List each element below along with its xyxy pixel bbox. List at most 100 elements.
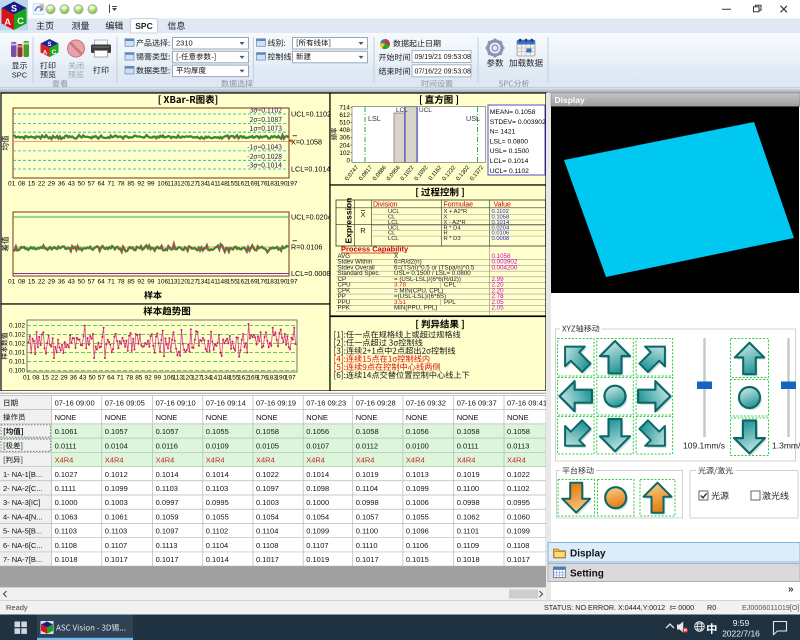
svg-text:99: 99 (147, 181, 155, 188)
svg-text:LSL= 0.0800: LSL= 0.0800 (490, 138, 528, 145)
svg-text:0.1098: 0.1098 (306, 484, 329, 493)
svg-text:0.0995: 0.0995 (206, 498, 229, 507)
svg-text:NONE: NONE (206, 413, 228, 422)
svg-text:0.0111: 0.0111 (55, 441, 77, 450)
svg-text:C: C (17, 16, 24, 27)
svg-text:0.1101: 0.1101 (457, 527, 479, 536)
svg-text:102: 102 (339, 150, 350, 157)
svg-text:0.1018: 0.1018 (55, 555, 78, 564)
svg-text:0.1102: 0.1102 (206, 527, 228, 536)
svg-text:0.1058: 0.1058 (256, 427, 279, 436)
svg-text:0.1100: 0.1100 (356, 527, 378, 536)
svg-text:64: 64 (98, 181, 106, 188)
svg-text:X4R4: X4R4 (306, 456, 325, 465)
svg-text:0.1055: 0.1055 (206, 512, 229, 521)
svg-text:X: X (360, 210, 365, 219)
svg-text:01: 01 (8, 279, 16, 286)
svg-text:CPL: CPL (444, 282, 457, 289)
svg-text:0.0105: 0.0105 (256, 441, 279, 450)
svg-text:71: 71 (108, 279, 116, 286)
svg-text:0.1019: 0.1019 (356, 470, 379, 479)
svg-text:X=0.1058: X=0.1058 (291, 138, 322, 147)
svg-text:NONE: NONE (356, 413, 378, 422)
svg-text:NONE: NONE (156, 413, 178, 422)
svg-text:0.1059: 0.1059 (156, 512, 179, 521)
svg-text:07-16 09:14: 07-16 09:14 (206, 399, 246, 408)
svg-text:0.1061: 0.1061 (55, 427, 78, 436)
svg-text:MIN(PPU, PPL): MIN(PPU, PPL) (394, 304, 437, 311)
svg-text:29: 29 (48, 181, 56, 188)
svg-text:0.1062: 0.1062 (457, 512, 480, 521)
svg-text:0.1057: 0.1057 (356, 512, 379, 521)
svg-text:0.1019: 0.1019 (306, 555, 329, 564)
svg-text:0.102: 0.102 (9, 332, 25, 339)
svg-text:NONE: NONE (306, 413, 328, 422)
svg-text:0.1057: 0.1057 (156, 427, 179, 436)
svg-text:07-16 09:00: 07-16 09:00 (55, 399, 95, 408)
svg-text:0.0104: 0.0104 (105, 441, 128, 450)
svg-text:07-16 09:32: 07-16 09:32 (406, 399, 446, 408)
svg-text:X:0444,Y:0012: X:0444,Y:0012 (618, 603, 665, 612)
svg-text:0.0116: 0.0116 (156, 441, 178, 450)
svg-text:0.1058: 0.1058 (507, 427, 530, 436)
svg-text:LCL= 0.1014: LCL= 0.1014 (490, 158, 529, 165)
svg-text:X4R4: X4R4 (55, 456, 74, 465)
svg-text:0.1006: 0.1006 (406, 498, 429, 507)
svg-text:0.1055: 0.1055 (206, 427, 229, 436)
svg-text:Expression: Expression (344, 198, 354, 244)
svg-text:08: 08 (18, 279, 26, 286)
svg-text:0.1099: 0.1099 (306, 527, 329, 536)
svg-text:LSL: LSL (368, 114, 381, 123)
svg-text:1- NA-1[B...: 1- NA-1[B... (3, 470, 42, 479)
svg-text:85: 85 (135, 375, 143, 382)
svg-text:Display: Display (570, 549, 606, 560)
svg-text:78: 78 (126, 375, 134, 382)
svg-text:22: 22 (38, 279, 46, 286)
svg-text:0.1003: 0.1003 (256, 498, 279, 507)
svg-text:0.1012: 0.1012 (105, 470, 128, 479)
svg-text:0.1108: 0.1108 (55, 541, 77, 550)
svg-text:0.1058: 0.1058 (356, 427, 379, 436)
svg-text:0.1103: 0.1103 (105, 527, 127, 536)
svg-text:5- NA-5[B...: 5- NA-5[B... (3, 527, 42, 536)
svg-text:78: 78 (117, 181, 125, 188)
svg-text:204: 204 (339, 142, 350, 149)
svg-text:0.101: 0.101 (9, 350, 25, 357)
svg-text:0.1054: 0.1054 (306, 512, 329, 521)
svg-text:Process Capability: Process Capability (341, 245, 409, 254)
svg-text:07-16 09:05: 07-16 09:05 (105, 399, 145, 408)
svg-text:0.1055: 0.1055 (406, 512, 429, 521)
svg-text:A: A (4, 17, 11, 28)
svg-text:0.004200: 0.004200 (492, 264, 518, 271)
svg-text:0.1113: 0.1113 (156, 541, 178, 550)
svg-text:92: 92 (137, 181, 145, 188)
svg-text:0.1099: 0.1099 (507, 527, 530, 536)
svg-text:Division: Division (373, 202, 398, 209)
svg-text:R=0.0106: R=0.0106 (291, 243, 322, 252)
svg-text:0.1014: 0.1014 (306, 470, 329, 479)
svg-text:85: 85 (127, 181, 135, 188)
svg-text:STDEV= 0.003902: STDEV= 0.003902 (490, 119, 546, 126)
svg-text:78: 78 (117, 279, 125, 286)
svg-text:01: 01 (23, 375, 31, 382)
svg-text:0.1022: 0.1022 (507, 470, 530, 479)
svg-text:PPK: PPK (338, 304, 351, 311)
svg-text:0.1099: 0.1099 (105, 484, 128, 493)
svg-text:X4R4: X4R4 (156, 456, 175, 465)
svg-text:NONE: NONE (105, 413, 127, 422)
svg-text:0.1061: 0.1061 (105, 512, 128, 521)
svg-text:0.0998: 0.0998 (356, 498, 379, 507)
svg-text:NONE: NONE (406, 413, 428, 422)
svg-text:50: 50 (88, 375, 96, 382)
svg-text:UCL: UCL (419, 107, 432, 114)
svg-text:NONE: NONE (457, 413, 479, 422)
svg-text:6- NA-6[C...: 6- NA-6[C... (3, 541, 43, 550)
svg-text:0.1060: 0.1060 (507, 512, 530, 521)
svg-text:1.3mm/: 1.3mm/ (772, 441, 800, 451)
svg-text:22: 22 (51, 375, 59, 382)
svg-text:PPL: PPL (444, 299, 456, 306)
svg-text:57: 57 (98, 375, 106, 382)
svg-text:C: C (52, 49, 57, 56)
svg-text:0.1017: 0.1017 (256, 555, 279, 564)
svg-text:2- NA-2[C...: 2- NA-2[C... (3, 484, 43, 493)
